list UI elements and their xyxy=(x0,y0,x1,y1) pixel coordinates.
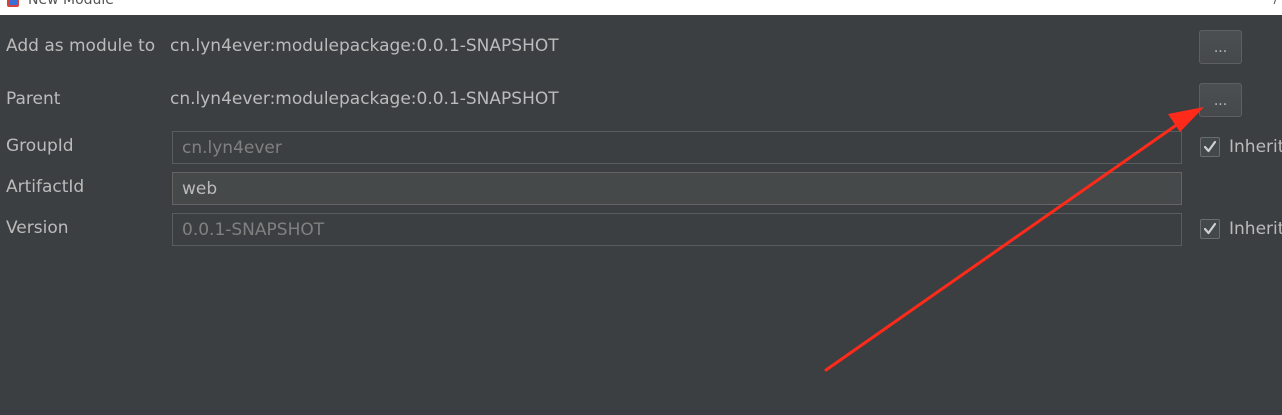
group-id-inherit-checkbox[interactable]: Inherit xyxy=(1200,136,1282,158)
new-module-dialog: New Module / Add as module to cn.lyn4eve… xyxy=(0,0,1282,415)
annotation-arrow xyxy=(824,107,1204,372)
artifact-id-field[interactable] xyxy=(172,172,1182,205)
version-label: Version xyxy=(6,218,69,238)
group-id-label: GroupId xyxy=(6,136,74,156)
version-inherit-checkbox[interactable]: Inherit xyxy=(1200,218,1282,240)
group-id-inherit-label: Inherit xyxy=(1229,137,1282,157)
group-id-field[interactable] xyxy=(172,131,1182,164)
parent-label: Parent xyxy=(6,89,61,109)
parent-browse-button[interactable]: ... xyxy=(1199,83,1242,117)
artifact-id-label: ArtifactId xyxy=(6,177,85,197)
close-icon[interactable]: / xyxy=(1274,0,1278,7)
version-inherit-label: Inherit xyxy=(1229,219,1282,239)
parent-value: cn.lyn4ever:modulepackage:0.0.1-SNAPSHOT xyxy=(170,89,559,109)
app-icon xyxy=(7,0,19,7)
title-bar: New Module / xyxy=(0,0,1282,15)
checkbox-checked-icon[interactable] xyxy=(1200,137,1220,157)
checkbox-checked-icon[interactable] xyxy=(1200,219,1220,239)
add-as-module-browse-button[interactable]: ... xyxy=(1199,30,1242,64)
version-field[interactable] xyxy=(172,213,1182,246)
add-as-module-value: cn.lyn4ever:modulepackage:0.0.1-SNAPSHOT xyxy=(170,36,559,56)
add-as-module-label: Add as module to xyxy=(6,36,156,56)
window-title: New Module xyxy=(28,0,114,8)
